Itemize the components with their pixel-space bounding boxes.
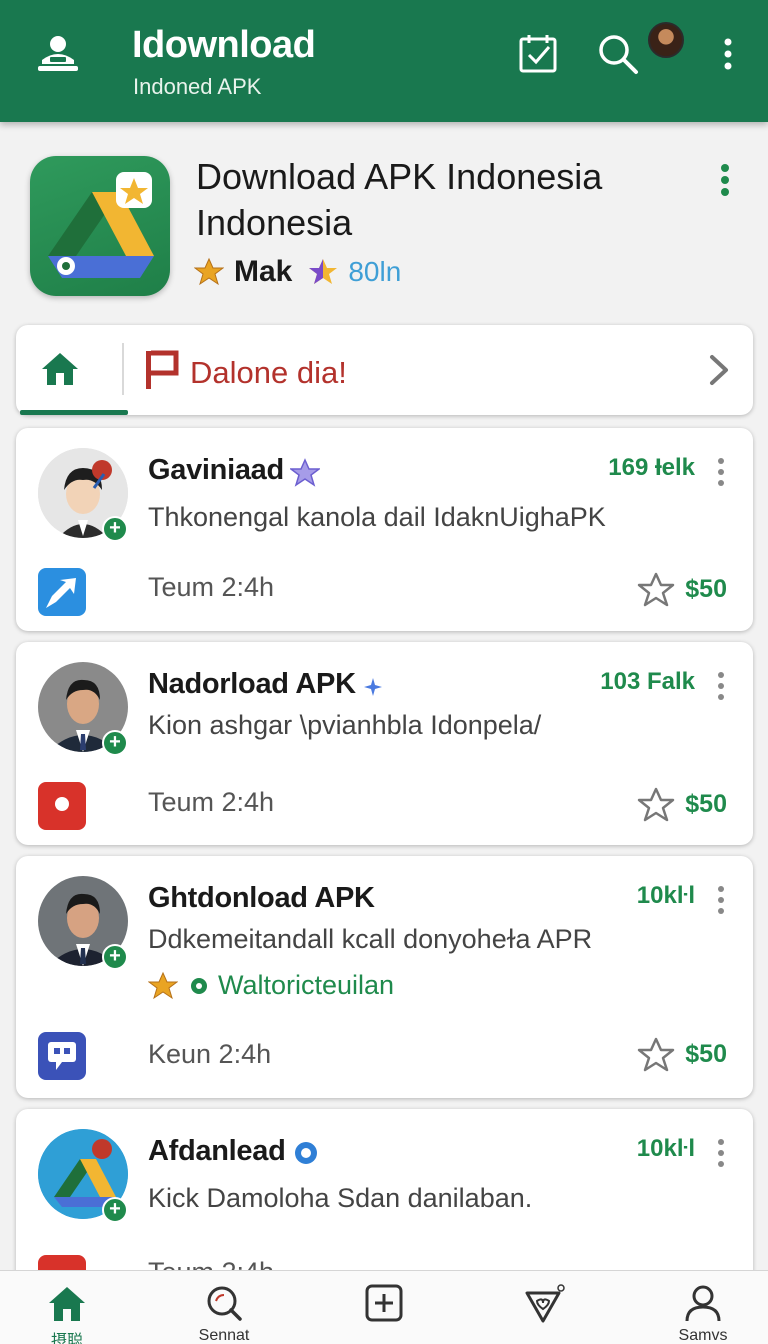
nav-search-label: Sennat xyxy=(198,1327,250,1344)
gold-star-icon xyxy=(194,257,224,286)
post-count: 169 Ɨelk xyxy=(608,454,695,481)
tab-label[interactable]: Dalone dia! xyxy=(190,355,347,391)
app-title: Idownload xyxy=(132,24,316,66)
chevron-right-icon[interactable] xyxy=(704,353,734,387)
follow-plus-icon[interactable]: + xyxy=(102,516,128,542)
top-app-bar: Idownload Indoned APK xyxy=(0,0,768,122)
post-time: Teum 2:4h xyxy=(148,787,275,817)
app-more-icon[interactable] xyxy=(710,160,740,200)
app-meta: Mak 80ln xyxy=(194,254,401,290)
app-rating-label: Mak xyxy=(234,255,293,288)
nav-search[interactable]: Sennat xyxy=(169,1271,279,1344)
flag-icon xyxy=(144,349,180,391)
tab-active-indicator xyxy=(20,410,128,415)
post-price: $50 xyxy=(685,790,727,818)
green-dot-icon xyxy=(191,977,207,994)
nav-home-label: 摂聪 xyxy=(50,1333,83,1344)
blue-gear-badge-icon xyxy=(292,1139,322,1169)
post-card[interactable]: + Nadorload APK 103 Falk Kion ashgar \pv… xyxy=(16,642,753,845)
post-author-name[interactable]: Ghtdonload APK xyxy=(148,882,375,915)
app-name: Download APK Indonesia Indonesia xyxy=(196,156,603,243)
post-count: 103 Falk xyxy=(600,668,695,695)
gold-star-icon xyxy=(148,971,178,999)
more-vert-icon[interactable] xyxy=(713,670,729,702)
app-download-count: 80ln xyxy=(348,256,402,287)
post-time: Keun 2:4h xyxy=(148,1039,272,1069)
nav-profile[interactable]: Samvs xyxy=(648,1271,758,1344)
blue-spark-icon xyxy=(362,676,392,706)
location-heart-icon xyxy=(525,1284,565,1323)
home-icon[interactable] xyxy=(40,349,80,389)
more-vert-icon[interactable] xyxy=(713,884,729,916)
post-tagline: Waltoricteuilan xyxy=(148,970,394,1001)
follow-plus-icon[interactable]: + xyxy=(102,1197,128,1223)
purple-star-badge-icon xyxy=(288,458,322,488)
tab-divider xyxy=(122,343,124,395)
add-box-icon xyxy=(365,1284,403,1322)
app-subtitle: Indoned APK xyxy=(133,74,262,99)
post-count: 10kŀl xyxy=(636,1135,695,1162)
calendar-check-icon[interactable] xyxy=(514,30,562,78)
nav-favorites[interactable] xyxy=(488,1271,598,1344)
post-price: $50 xyxy=(685,575,727,603)
post-author-name[interactable]: Nadorload APK xyxy=(148,668,356,701)
post-count: 10kŀl xyxy=(636,882,695,909)
person-icon xyxy=(685,1285,721,1322)
nav-profile-label: Samvs xyxy=(678,1327,728,1344)
post-description: Kion ashgar \pvianhbla Idonpela/ xyxy=(148,710,542,740)
home-icon xyxy=(49,1287,85,1321)
profile-avatar[interactable] xyxy=(648,22,684,58)
app-header: Download APK Indonesia Indonesia Mak 80l… xyxy=(0,122,768,322)
post-description: Ddkemeitandall kcall donyoheɫa APR xyxy=(148,924,593,954)
post-description: Thkonengal kanola dail IdaknUighaPK xyxy=(148,502,606,532)
star-outline-icon[interactable] xyxy=(637,786,675,824)
post-author-name[interactable]: Afdanlead xyxy=(148,1135,286,1168)
follow-plus-icon[interactable]: + xyxy=(102,944,128,970)
post-author-name[interactable]: Gaviniaad xyxy=(148,454,284,487)
star-outline-icon[interactable] xyxy=(637,571,675,609)
post-tag-text[interactable]: Waltoricteuilan xyxy=(218,970,394,1001)
nav-add[interactable] xyxy=(329,1271,439,1344)
more-vert-icon[interactable] xyxy=(713,456,729,488)
star-outline-icon[interactable] xyxy=(637,1036,675,1074)
red-record-icon[interactable] xyxy=(38,782,86,830)
post-card[interactable]: + Gaviniaad 169 Ɨelk Thkonengal kanola d… xyxy=(16,428,753,631)
search-icon xyxy=(207,1286,242,1321)
post-time: Teum 2:4h xyxy=(148,572,275,602)
search-icon[interactable] xyxy=(594,30,642,78)
user-badge-icon[interactable] xyxy=(34,30,82,78)
bottom-navigation: 摂聪 Sennat Samvs xyxy=(0,1270,768,1344)
post-card[interactable]: + Ghtdonload APK 10kŀl Ddkemeitandall kc… xyxy=(16,856,753,1098)
more-vert-icon[interactable] xyxy=(704,30,752,78)
follow-plus-icon[interactable]: + xyxy=(102,730,128,756)
nav-home[interactable]: 摂聪 xyxy=(12,1271,122,1344)
chat-app-icon[interactable] xyxy=(38,1032,86,1080)
more-vert-icon[interactable] xyxy=(713,1137,729,1169)
app-logo-icon[interactable] xyxy=(30,156,170,296)
tab-bar: Dalone dia! xyxy=(16,325,753,415)
post-description: Kick Damoloha Sdan danilaban. xyxy=(148,1183,533,1213)
share-arrow-icon[interactable] xyxy=(38,568,86,616)
colorful-star-icon xyxy=(309,259,338,284)
post-price: $50 xyxy=(685,1040,727,1068)
